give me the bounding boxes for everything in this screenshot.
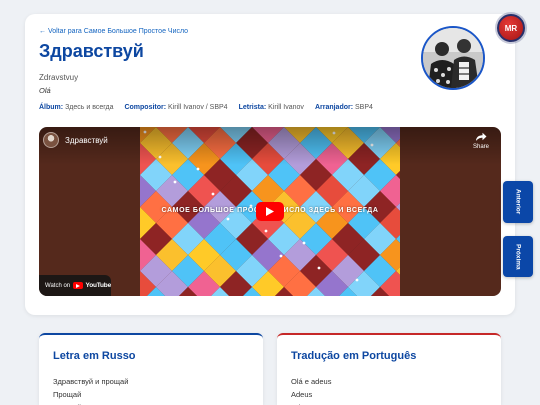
portuguese-translation-lines: Olá e adeus Adeus Adeus [291,375,487,405]
russian-lyrics-heading: Letra em Russo [53,350,136,362]
meta-composer-value: Kirill Ivanov / SBP4 [168,104,228,111]
meta-arranger-label: Arranjador: [314,104,354,111]
portuguese-translation-heading: Tradução em Português [291,350,417,362]
meta-lyricist-value: Kirill Ivanov [268,104,304,111]
share-icon [476,132,487,141]
site-logo-badge[interactable]: MR [497,14,525,42]
title-translation: Olá [39,86,51,95]
art-dot [317,266,321,270]
meta-album-label: Álbum: [39,104,64,111]
art-dot [355,278,359,282]
video-title[interactable]: Здравствуй [65,136,108,145]
meta-composer-label: Compositor: [124,104,167,111]
art-dot [264,229,268,233]
art-dot [173,180,177,184]
meta-album: Álbum: Здесь и всегда [39,104,113,111]
video-top-shade [39,127,501,165]
watch-on-youtube-button[interactable]: Watch on YouTube [39,275,111,296]
video-embed[interactable]: Здравствуй Share САМОЕ БОЛЬШОЕ ПРОСТОЕ Ч… [39,127,501,296]
meta-album-value: Здесь и всегда [65,104,114,111]
meta-arranger-value: SBP4 [355,104,373,111]
page-title: Здравствуй [39,41,144,61]
meta-lyricist: Letrista: Kirill Ivanov [239,104,304,111]
next-label: Próxima [514,243,522,270]
previous-song-button[interactable]: Anterior [503,181,533,223]
art-dot [302,241,306,245]
art-dot [196,167,200,171]
portuguese-translation-card: Tradução em Português Olá e adeus Adeus … [277,333,501,405]
title-transliteration: Zdravstvuy [39,73,79,82]
translation-line: Olá e adeus [291,377,332,386]
art-dot [279,254,283,258]
share-label: Share [472,144,489,150]
art-dot [211,192,215,196]
song-metadata: Álbum: Здесь и всегда Compositor: Kirill… [39,104,373,111]
russian-lyrics-card: Letra em Russo Здравствуй и прощай Проща… [39,333,263,405]
next-song-button[interactable]: Próxima [503,236,533,277]
translation-line: Adeus [291,401,487,405]
previous-label: Anterior [514,189,522,215]
artist-avatar [421,26,485,90]
play-icon [266,207,274,216]
lyric-line: Прощай [53,401,249,405]
lyric-line: Здравствуй и прощай [53,377,129,386]
play-button[interactable] [256,202,284,221]
share-button[interactable]: Share [469,132,493,154]
back-link[interactable]: ← Voltar para Самое Большое Простое Числ… [39,28,188,35]
lyric-line: Прощай [53,390,82,399]
meta-lyricist-label: Letrista: [238,104,267,111]
meta-composer: Compositor: Kirill Ivanov / SBP4 [124,104,227,111]
russian-lyrics-lines: Здравствуй и прощай Прощай Прощай [53,375,249,405]
meta-arranger: Arranjador: SBP4 [315,104,373,111]
watch-on-label: Watch on [45,282,71,289]
channel-avatar[interactable] [43,132,59,148]
youtube-logo-icon [73,282,83,289]
youtube-wordmark: YouTube [85,282,112,289]
translation-line: Adeus [291,390,313,399]
art-dot [226,217,230,221]
